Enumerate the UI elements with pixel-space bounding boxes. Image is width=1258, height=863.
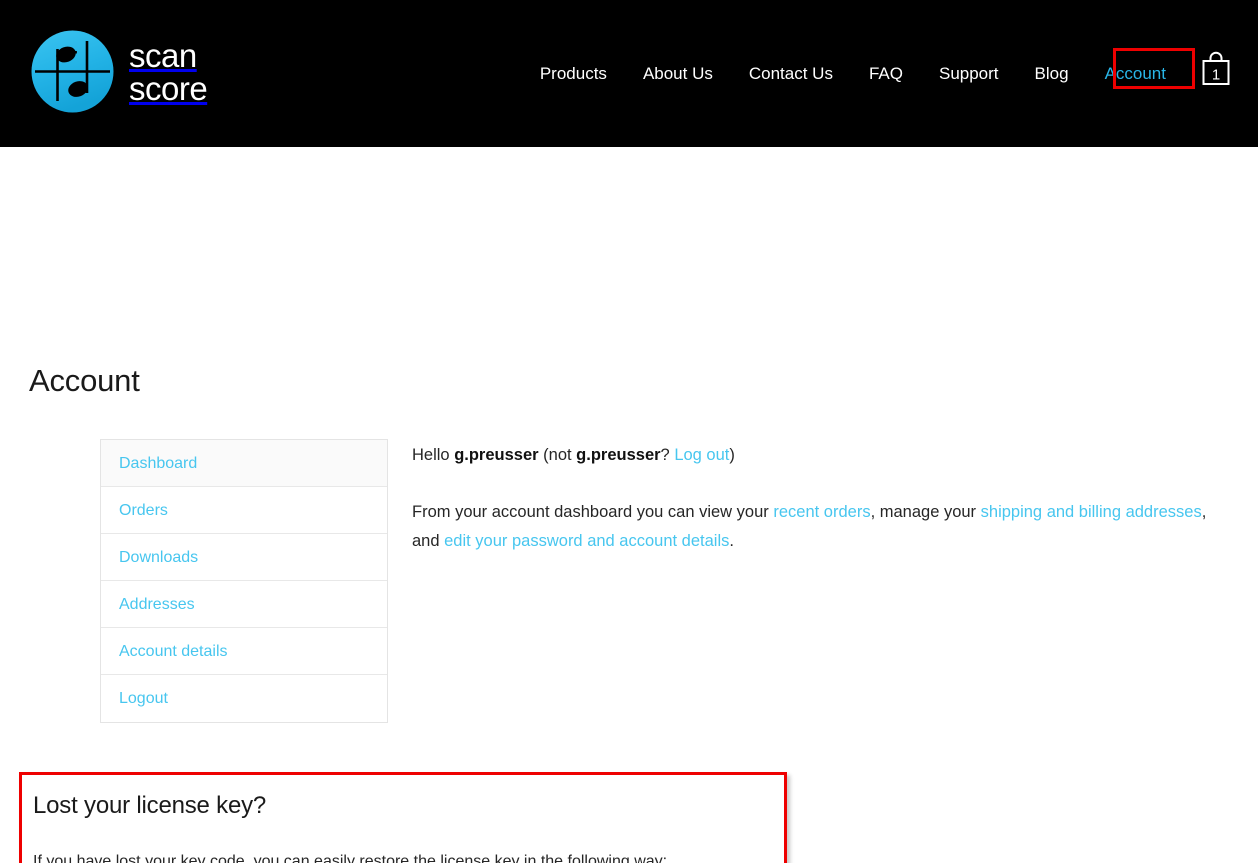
nav-item-faq[interactable]: FAQ xyxy=(851,0,921,147)
greeting-question-mark: ? xyxy=(660,446,675,464)
site-logo-link[interactable]: scan score xyxy=(30,24,208,119)
greeting-close-paren: ) xyxy=(729,446,735,464)
logo-word-score: score xyxy=(129,69,208,107)
nav-item-support[interactable]: Support xyxy=(921,0,1017,147)
account-nav-item-logout[interactable]: Logout xyxy=(101,675,387,722)
nav-item-about-us[interactable]: About Us xyxy=(625,0,731,147)
recent-orders-link[interactable]: recent orders xyxy=(773,503,870,521)
license-panel-line-1: If you have lost your key code, you can … xyxy=(33,853,668,863)
log-out-link[interactable]: Log out xyxy=(674,446,729,464)
intro-text-part-4: . xyxy=(729,531,734,550)
edit-password-account-details-link[interactable]: edit your password and account details xyxy=(444,532,729,550)
account-nav-item-addresses[interactable]: Addresses xyxy=(101,581,387,628)
page-title: Account xyxy=(29,363,140,398)
greeting-username: g.preusser xyxy=(454,446,539,464)
main-navigation: Products About Us Contact Us FAQ Support… xyxy=(522,0,1184,147)
nav-item-account[interactable]: Account xyxy=(1087,0,1184,147)
nav-item-blog[interactable]: Blog xyxy=(1017,0,1087,147)
logo-word-scan: scan xyxy=(129,36,197,74)
license-panel-title: Lost your license key? xyxy=(33,792,267,819)
account-nav-item-downloads[interactable]: Downloads xyxy=(101,534,387,581)
lost-license-key-panel: Lost your license key? If you have lost … xyxy=(19,772,787,863)
greeting-not-text: (not xyxy=(538,446,577,464)
account-nav-item-orders[interactable]: Orders xyxy=(101,487,387,534)
dashboard-content: Hello g.preusser (not g.preusser? Log ou… xyxy=(412,443,1212,555)
dashboard-intro: From your account dashboard you can view… xyxy=(412,498,1212,555)
site-header: scan score Products About Us Contact Us … xyxy=(0,0,1258,147)
nav-item-products[interactable]: Products xyxy=(522,0,625,147)
greeting-hello-text: Hello xyxy=(412,446,455,464)
account-nav-item-account-details[interactable]: Account details xyxy=(101,628,387,675)
shopping-bag-icon[interactable]: 1 xyxy=(1199,51,1233,89)
account-side-navigation: Dashboard Orders Downloads Addresses Acc… xyxy=(100,439,388,723)
intro-text-part-1: From your account dashboard you can view… xyxy=(412,503,774,521)
nav-item-contact-us[interactable]: Contact Us xyxy=(731,0,851,147)
account-nav-item-dashboard[interactable]: Dashboard xyxy=(101,440,387,487)
logo-wordmark: scan score xyxy=(129,36,208,107)
cart-count-label: 1 xyxy=(1212,67,1220,84)
intro-text-part-2: , manage your xyxy=(870,503,981,521)
dashboard-greeting: Hello g.preusser (not g.preusser? Log ou… xyxy=(412,443,1212,467)
greeting-username-repeat: g.preusser xyxy=(576,446,661,464)
scanscore-music-note-logo-icon xyxy=(30,29,115,114)
shipping-billing-addresses-link[interactable]: shipping and billing addresses xyxy=(981,503,1202,521)
